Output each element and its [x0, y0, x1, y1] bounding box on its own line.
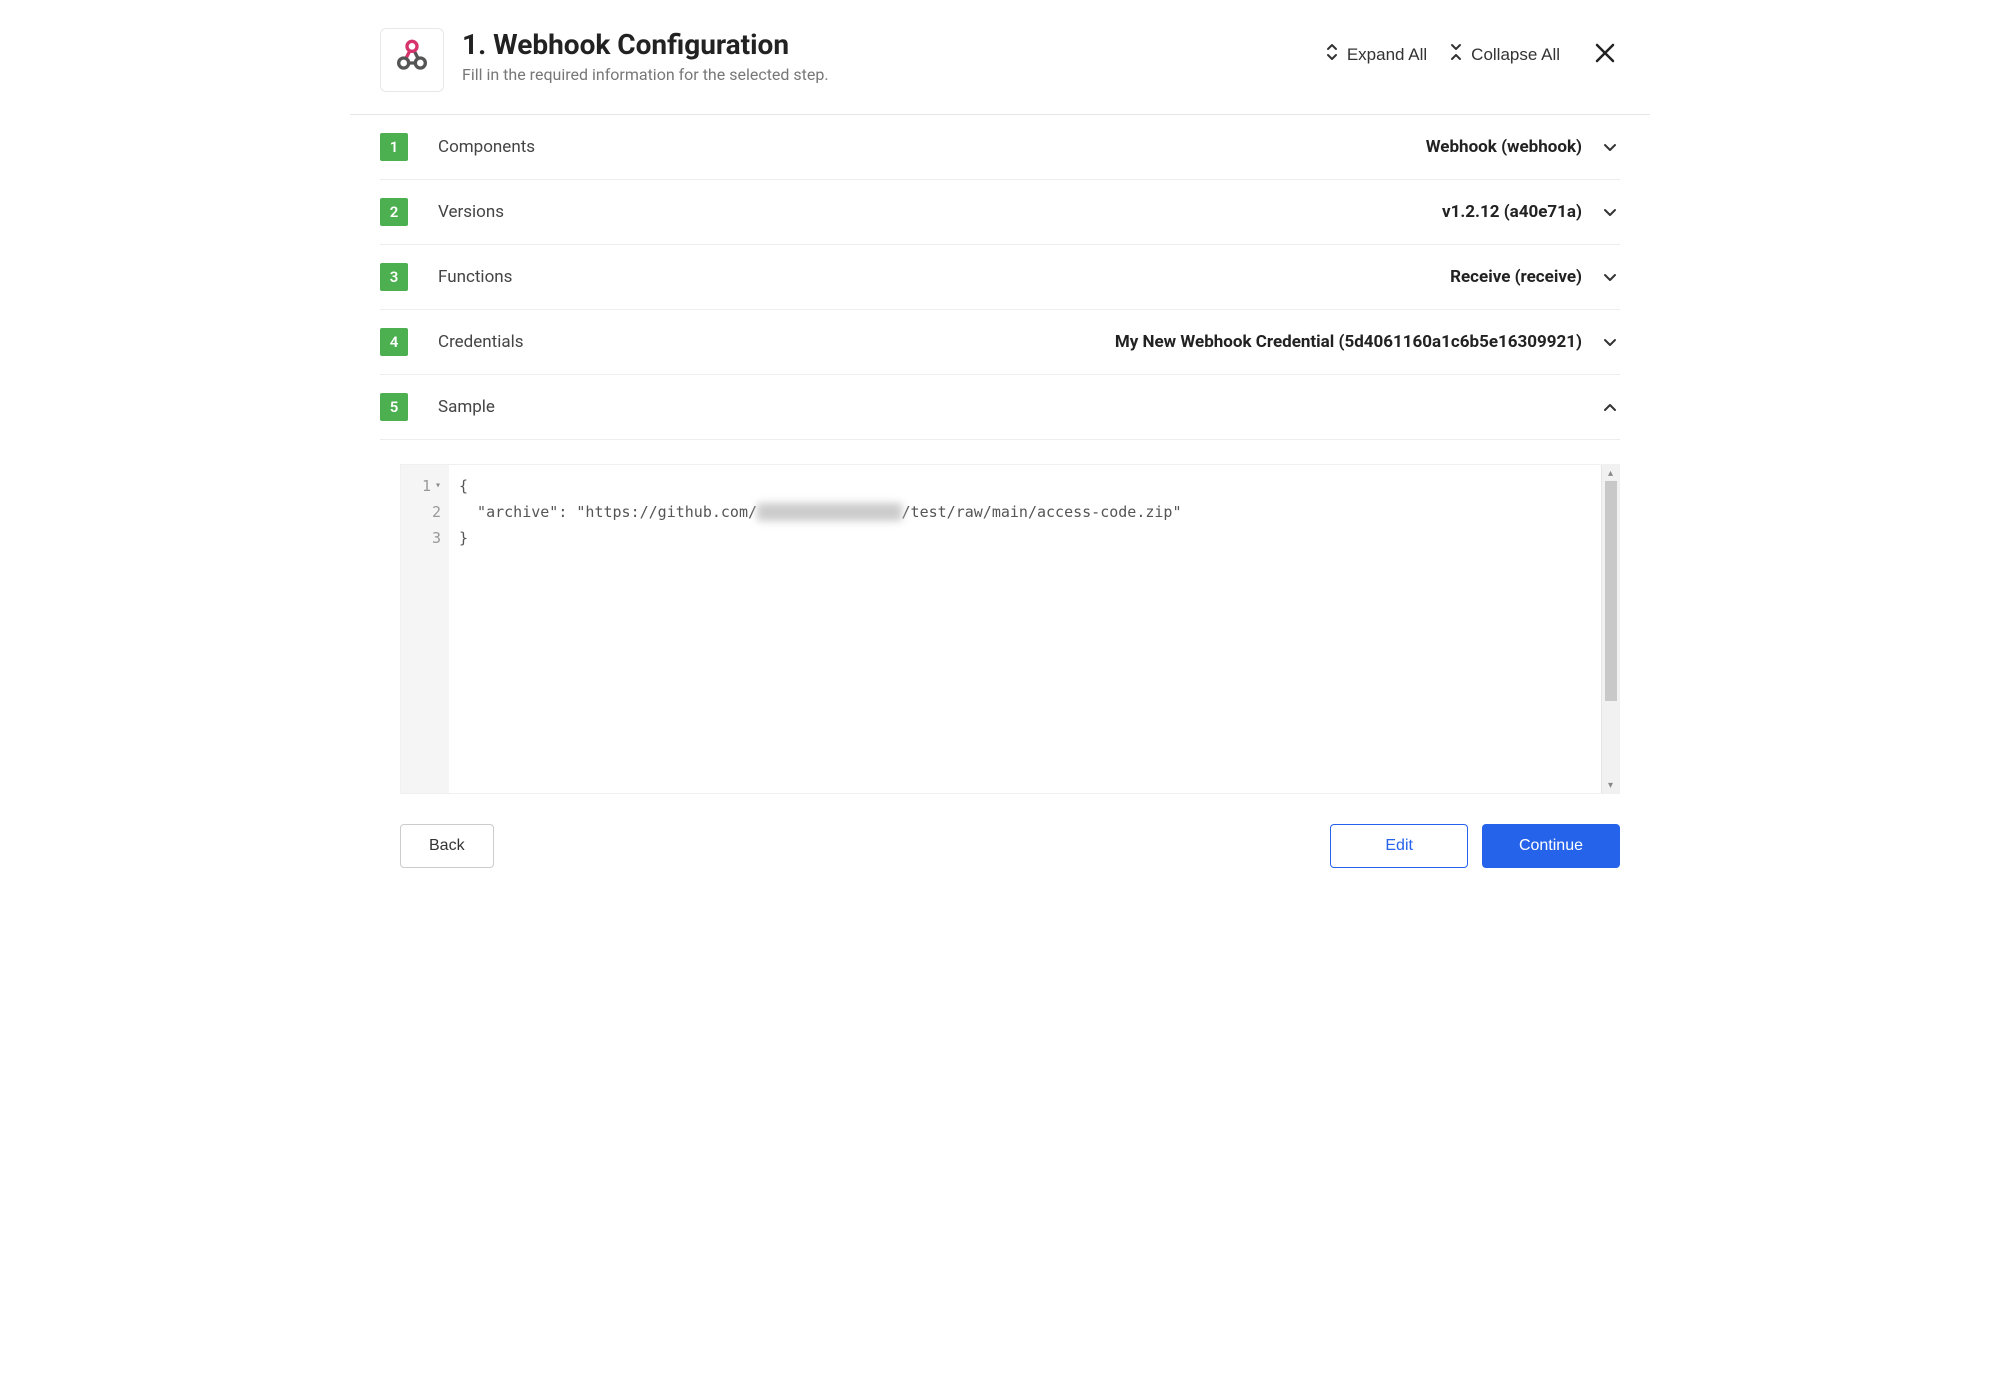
gutter-number: 1: [422, 475, 431, 497]
scroll-down-arrow-icon[interactable]: ▾: [1602, 777, 1619, 793]
step-value: My New Webhook Credential (5d4061160a1c6…: [1115, 332, 1582, 352]
step-number-badge: 3: [380, 263, 408, 291]
code-line-2-prefix: "archive": "https://github.com/: [459, 503, 757, 521]
chevron-down-icon: [1600, 137, 1620, 157]
page-header: 1. Webhook Configuration Fill in the req…: [350, 0, 1650, 115]
gutter-number: 2: [432, 501, 441, 523]
close-icon: [1594, 52, 1616, 67]
webhook-icon-box: [380, 28, 444, 92]
step-value: v1.2.12 (a40e71a): [1442, 202, 1582, 222]
page-title: 1. Webhook Configuration: [462, 28, 1325, 61]
step-label: Versions: [438, 202, 1442, 222]
page-subtitle: Fill in the required information for the…: [462, 65, 1325, 84]
step-number-badge: 2: [380, 198, 408, 226]
step-label: Credentials: [438, 332, 1115, 352]
step-number-badge: 1: [380, 133, 408, 161]
step-number-badge: 4: [380, 328, 408, 356]
back-button[interactable]: Back: [400, 824, 494, 868]
step-number-badge: 5: [380, 393, 408, 421]
collapse-all-label: Collapse All: [1471, 45, 1560, 65]
step-versions[interactable]: 2 Versions v1.2.12 (a40e71a): [380, 180, 1620, 245]
step-credentials[interactable]: 4 Credentials My New Webhook Credential …: [380, 310, 1620, 375]
step-value: Receive (receive): [1450, 267, 1582, 287]
scroll-thumb[interactable]: [1605, 481, 1617, 701]
code-line-1: {: [459, 473, 1591, 499]
gutter-number: 3: [432, 527, 441, 549]
code-line-2-suffix: /test/raw/main/access-code.zip": [902, 503, 1182, 521]
step-label: Functions: [438, 267, 1450, 287]
webhook-icon: [392, 38, 432, 82]
step-label: Sample: [438, 397, 1582, 417]
expand-icon: [1325, 43, 1339, 66]
vertical-scrollbar[interactable]: ▴ ▾: [1601, 465, 1619, 793]
collapse-icon: [1449, 43, 1463, 66]
expand-all-label: Expand All: [1347, 45, 1427, 65]
collapse-all-button[interactable]: Collapse All: [1449, 43, 1560, 66]
edit-button[interactable]: Edit: [1330, 824, 1468, 868]
code-line-3: }: [459, 525, 1591, 551]
step-value: Webhook (webhook): [1426, 137, 1582, 157]
code-gutter: 1▾ 2 3: [401, 465, 449, 793]
chevron-up-icon: [1600, 397, 1620, 417]
redacted-segment: xxxxxxxxxxxxxxxx: [757, 503, 902, 521]
code-body[interactable]: { "archive": "https://github.com/xxxxxxx…: [449, 465, 1601, 793]
step-sample[interactable]: 5 Sample: [380, 375, 1620, 440]
footer-actions: Back Edit Continue: [350, 794, 1650, 898]
chevron-down-icon: [1600, 202, 1620, 222]
chevron-down-icon: [1600, 267, 1620, 287]
scroll-up-arrow-icon[interactable]: ▴: [1602, 465, 1619, 481]
close-button[interactable]: [1590, 38, 1620, 71]
step-components[interactable]: 1 Components Webhook (webhook): [380, 115, 1620, 180]
continue-button[interactable]: Continue: [1482, 824, 1620, 868]
fold-arrow-icon[interactable]: ▾: [435, 475, 441, 497]
chevron-down-icon: [1600, 332, 1620, 352]
expand-all-button[interactable]: Expand All: [1325, 43, 1427, 66]
steps-list: 1 Components Webhook (webhook) 2 Version…: [350, 115, 1650, 440]
step-label: Components: [438, 137, 1426, 157]
step-functions[interactable]: 3 Functions Receive (receive): [380, 245, 1620, 310]
sample-code-editor[interactable]: 1▾ 2 3 { "archive": "https://github.com/…: [400, 464, 1620, 794]
